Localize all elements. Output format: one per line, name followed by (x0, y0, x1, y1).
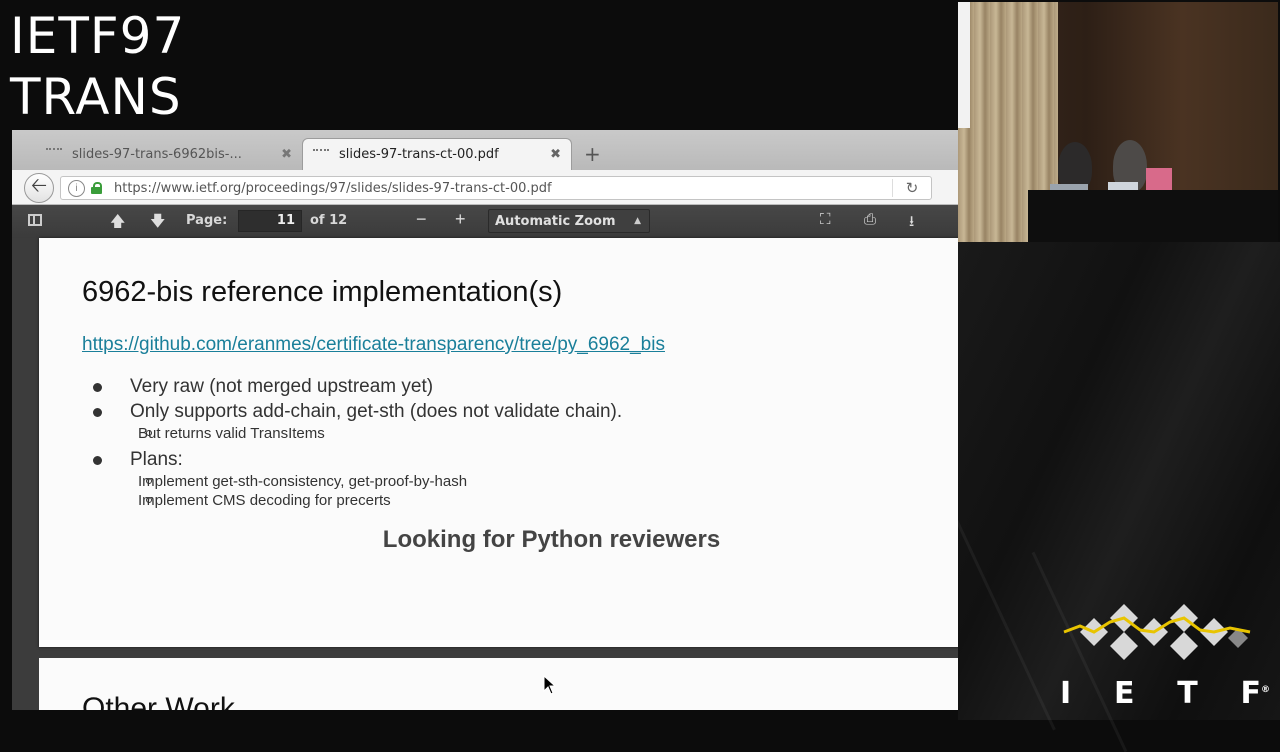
sub-bullet-text: But returns valid TransItems (138, 425, 325, 442)
zoom-out-button[interactable]: − (416, 209, 427, 230)
document-favicon-icon (46, 148, 62, 160)
sub-bullet-icon (146, 430, 152, 436)
back-button[interactable]: 🡠 (24, 173, 54, 203)
session-title: IETF97 TRANS (10, 6, 185, 128)
page-number-input[interactable]: 11 (238, 210, 302, 232)
logo-letter: I (1060, 676, 1072, 711)
sub-list-item: But returns valid TransItems (89, 424, 622, 443)
fullscreen-icon[interactable]: ⛶ (820, 211, 831, 228)
sub-list-item: Implement get-sth-consistency, get-proof… (89, 472, 622, 491)
slide-callout: Looking for Python reviewers (382, 526, 721, 553)
info-icon[interactable]: i (68, 179, 85, 197)
sub-list: But returns valid TransItems (130, 424, 622, 443)
zoom-in-button[interactable]: + (455, 209, 466, 230)
sub-bullet-text: Implement get-sth-consistency, get-proof… (138, 473, 468, 490)
tab-close-icon[interactable]: ✖ (550, 147, 561, 162)
sub-bullet-icon (146, 497, 152, 503)
speaker-camera-inset (958, 2, 1278, 242)
speaker-table (1028, 190, 1278, 242)
slide-title: 6962-bis reference implementation(s) (82, 276, 563, 308)
bullet-icon (93, 383, 102, 392)
logo-letter: T (1177, 676, 1198, 711)
sidebar-toggle-icon[interactable] (28, 214, 42, 226)
tab-ct-slides[interactable]: slides-97-trans-ct-00.pdf ✖ (302, 138, 572, 170)
bullet-list: Very raw (not merged upstream yet) Only … (89, 374, 622, 510)
reload-icon[interactable]: ↻ (892, 179, 931, 197)
logo-letter: E (1113, 676, 1135, 711)
tab-label: slides-97-trans-6962bis-... (72, 146, 242, 162)
pdf-toolbar: 🡅 🡇 Page: 11 of 12 − + Automatic Zoom ▲︎… (12, 205, 958, 238)
tab-close-icon[interactable]: ✖ (281, 147, 292, 162)
sub-list-item: Implement CMS decoding for precerts (89, 491, 622, 510)
next-pdf-page: Other Work (39, 658, 958, 710)
zoom-value: Automatic Zoom (495, 213, 616, 229)
list-item: Plans: Implement get-sth-consistency, ge… (89, 447, 622, 510)
next-slide-title: Other Work (82, 692, 235, 710)
pdf-viewer[interactable]: 6962-bis reference implementation(s) htt… (12, 238, 958, 710)
back-arrow-icon: 🡠 (30, 175, 48, 197)
page-count: of 12 (310, 213, 348, 228)
page-down-icon[interactable]: 🡇 (150, 211, 165, 236)
tab-bar: slides-97-trans-6962bis-... ✖ slides-97-… (12, 130, 958, 170)
url-text[interactable]: https://www.ietf.org/proceedings/97/slid… (114, 181, 892, 196)
browser-window: slides-97-trans-6962bis-... ✖ slides-97-… (12, 130, 958, 710)
camera-window (958, 2, 970, 128)
sub-list: Implement get-sth-consistency, get-proof… (130, 472, 622, 510)
session-meeting: IETF97 (10, 7, 186, 65)
bullet-text: Plans: (130, 449, 183, 470)
sub-bullet-icon (146, 478, 152, 484)
zoom-select[interactable]: Automatic Zoom ▲︎ (488, 209, 650, 233)
address-bar[interactable]: i https://www.ietf.org/proceedings/97/sl… (60, 176, 932, 200)
ietf-logo-text: I E T F® (1060, 676, 1270, 711)
list-item: Only supports add-chain, get-sth (does n… (89, 399, 622, 443)
bullet-text: Only supports add-chain, get-sth (does n… (130, 401, 623, 422)
bullet-icon (93, 456, 102, 465)
download-icon[interactable]: ⭳ (909, 211, 914, 236)
new-tab-icon[interactable]: + (584, 142, 601, 166)
logo-letter: F® (1240, 676, 1270, 711)
github-link[interactable]: https://github.com/eranmes/certificate-t… (82, 334, 665, 356)
tab-label: slides-97-trans-ct-00.pdf (339, 147, 499, 162)
tab-6962bis-slides[interactable]: slides-97-trans-6962bis-... ✖ (36, 138, 302, 170)
chevron-updown-icon: ▲︎ (634, 216, 641, 226)
document-favicon-icon (313, 148, 329, 161)
navigation-bar: 🡠 i https://www.ietf.org/proceedings/97/… (12, 170, 958, 205)
light-streak (943, 493, 1056, 731)
bullet-icon (93, 408, 102, 417)
pdf-page: 6962-bis reference implementation(s) htt… (39, 238, 958, 647)
mouse-cursor-icon (543, 675, 557, 695)
list-item: Very raw (not merged upstream yet) (89, 374, 622, 399)
print-icon[interactable]: ⎙ (864, 211, 876, 228)
sub-bullet-text: Implement CMS decoding for precerts (138, 492, 391, 509)
page-up-icon[interactable]: 🡅 (110, 211, 125, 236)
lock-icon (91, 182, 102, 194)
page-label: Page: (186, 213, 228, 228)
bullet-text: Very raw (not merged upstream yet) (130, 376, 434, 397)
session-group: TRANS (10, 68, 182, 126)
